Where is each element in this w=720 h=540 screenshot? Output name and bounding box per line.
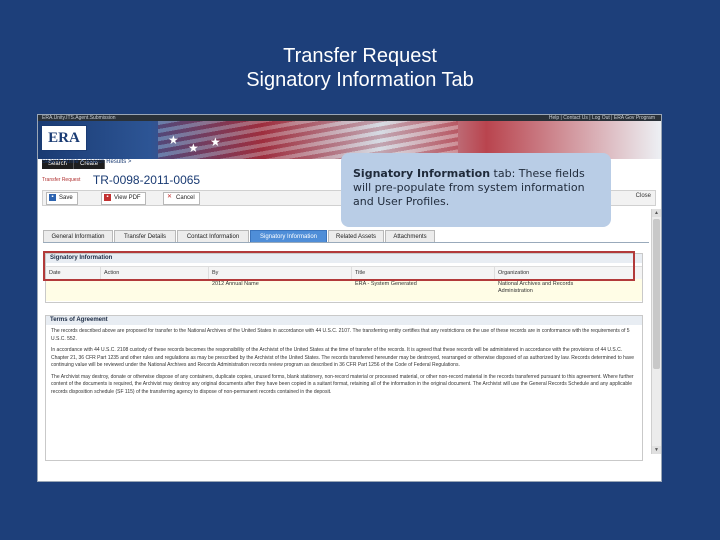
terms-paragraph: The Archivist may destroy, donate or oth… [51,373,634,395]
close-link[interactable]: Close [636,193,651,199]
save-button[interactable]: ▪ Save [46,192,78,205]
annotation-callout: Signatory Information tab: These fields … [341,153,611,227]
star-icon: ★ [168,133,179,147]
cell-title: ERA - System Generated [355,281,417,287]
breadcrumb[interactable]: Search Home > Search Results > [42,159,131,165]
request-header: Transfer Request TR-0098-2011-0065 [42,171,201,187]
request-label: Transfer Request [42,176,81,183]
slide-title: Transfer Request Signatory Information T… [0,44,720,92]
save-label: Save [59,195,73,201]
star-icon: ★ [188,141,199,155]
terms-paragraph: In accordance with 44 U.S.C. 2108 custod… [51,347,635,368]
terms-heading: Terms of Agreement [46,316,642,325]
scroll-down-arrow-icon[interactable]: ▼ [652,446,661,454]
slide-title-line2: Signatory Information Tab [246,69,474,91]
callout-bold-text: Signatory Information [353,167,491,180]
cell-organization: National Archives and Records Administra… [498,281,573,295]
cancel-label: Cancel [176,195,195,201]
cancel-icon: ✕ [166,193,173,200]
view-pdf-button[interactable]: ▪ View PDF [101,192,146,205]
star-icon: ★ [210,135,221,149]
view-pdf-label: View PDF [114,195,141,201]
cell-by: 2012 Annual Name [212,281,259,287]
cell-organization-line2: Administration [498,288,533,294]
scroll-up-arrow-icon[interactable]: ▲ [652,209,661,217]
cell-organization-line1: National Archives and Records [498,281,574,287]
slide-title-line1: Transfer Request [283,45,437,67]
vertical-scrollbar[interactable]: ▲ ▼ [651,209,661,454]
terms-panel: Terms of Agreement The records described… [45,315,643,461]
terms-paragraph: The records described above are proposed… [51,328,630,342]
terms-body: The records described above are proposed… [46,325,642,403]
signatory-highlight-box [43,251,635,281]
scroll-thumb[interactable] [653,219,660,369]
tab-divider [43,242,649,243]
cancel-button[interactable]: ✕ Cancel [163,192,200,205]
pdf-icon: ▪ [104,193,111,201]
save-icon: ▪ [49,193,56,201]
era-logo: ERA [41,125,87,151]
request-id: TR-0098-2011-0065 [92,172,201,187]
table-row: 2012 Annual Name ERA - System Generated … [46,279,642,301]
